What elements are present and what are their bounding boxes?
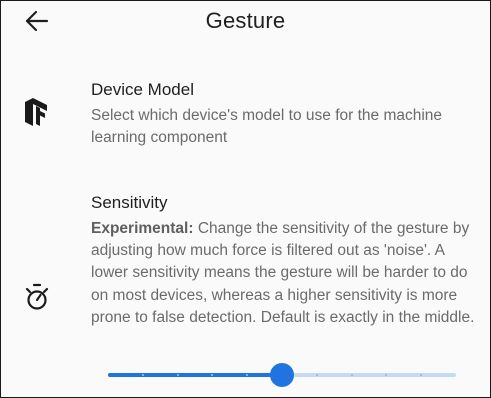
slider-tick bbox=[315, 374, 318, 376]
slider-tick bbox=[350, 374, 353, 376]
slider-active-track bbox=[108, 373, 282, 377]
sensitivity-description: Experimental: Change the sensitivity of … bbox=[91, 218, 476, 329]
device-model-description: Select which device's model to use for t… bbox=[91, 107, 443, 147]
stopwatch-icon bbox=[24, 283, 50, 311]
slider-thumb[interactable] bbox=[270, 363, 294, 387]
device-model-title: Device Model bbox=[91, 80, 194, 99]
slider-tick bbox=[176, 374, 179, 376]
tensorflow-icon bbox=[23, 97, 49, 127]
slider-tick bbox=[141, 374, 144, 376]
page-title: Gesture bbox=[205, 8, 286, 33]
experimental-label: Experimental: bbox=[91, 220, 194, 237]
sensitivity-title: Sensitivity bbox=[91, 193, 168, 212]
settings-screen: Gesture Device Model Select which device… bbox=[0, 0, 491, 398]
sensitivity-slider[interactable] bbox=[108, 363, 456, 387]
